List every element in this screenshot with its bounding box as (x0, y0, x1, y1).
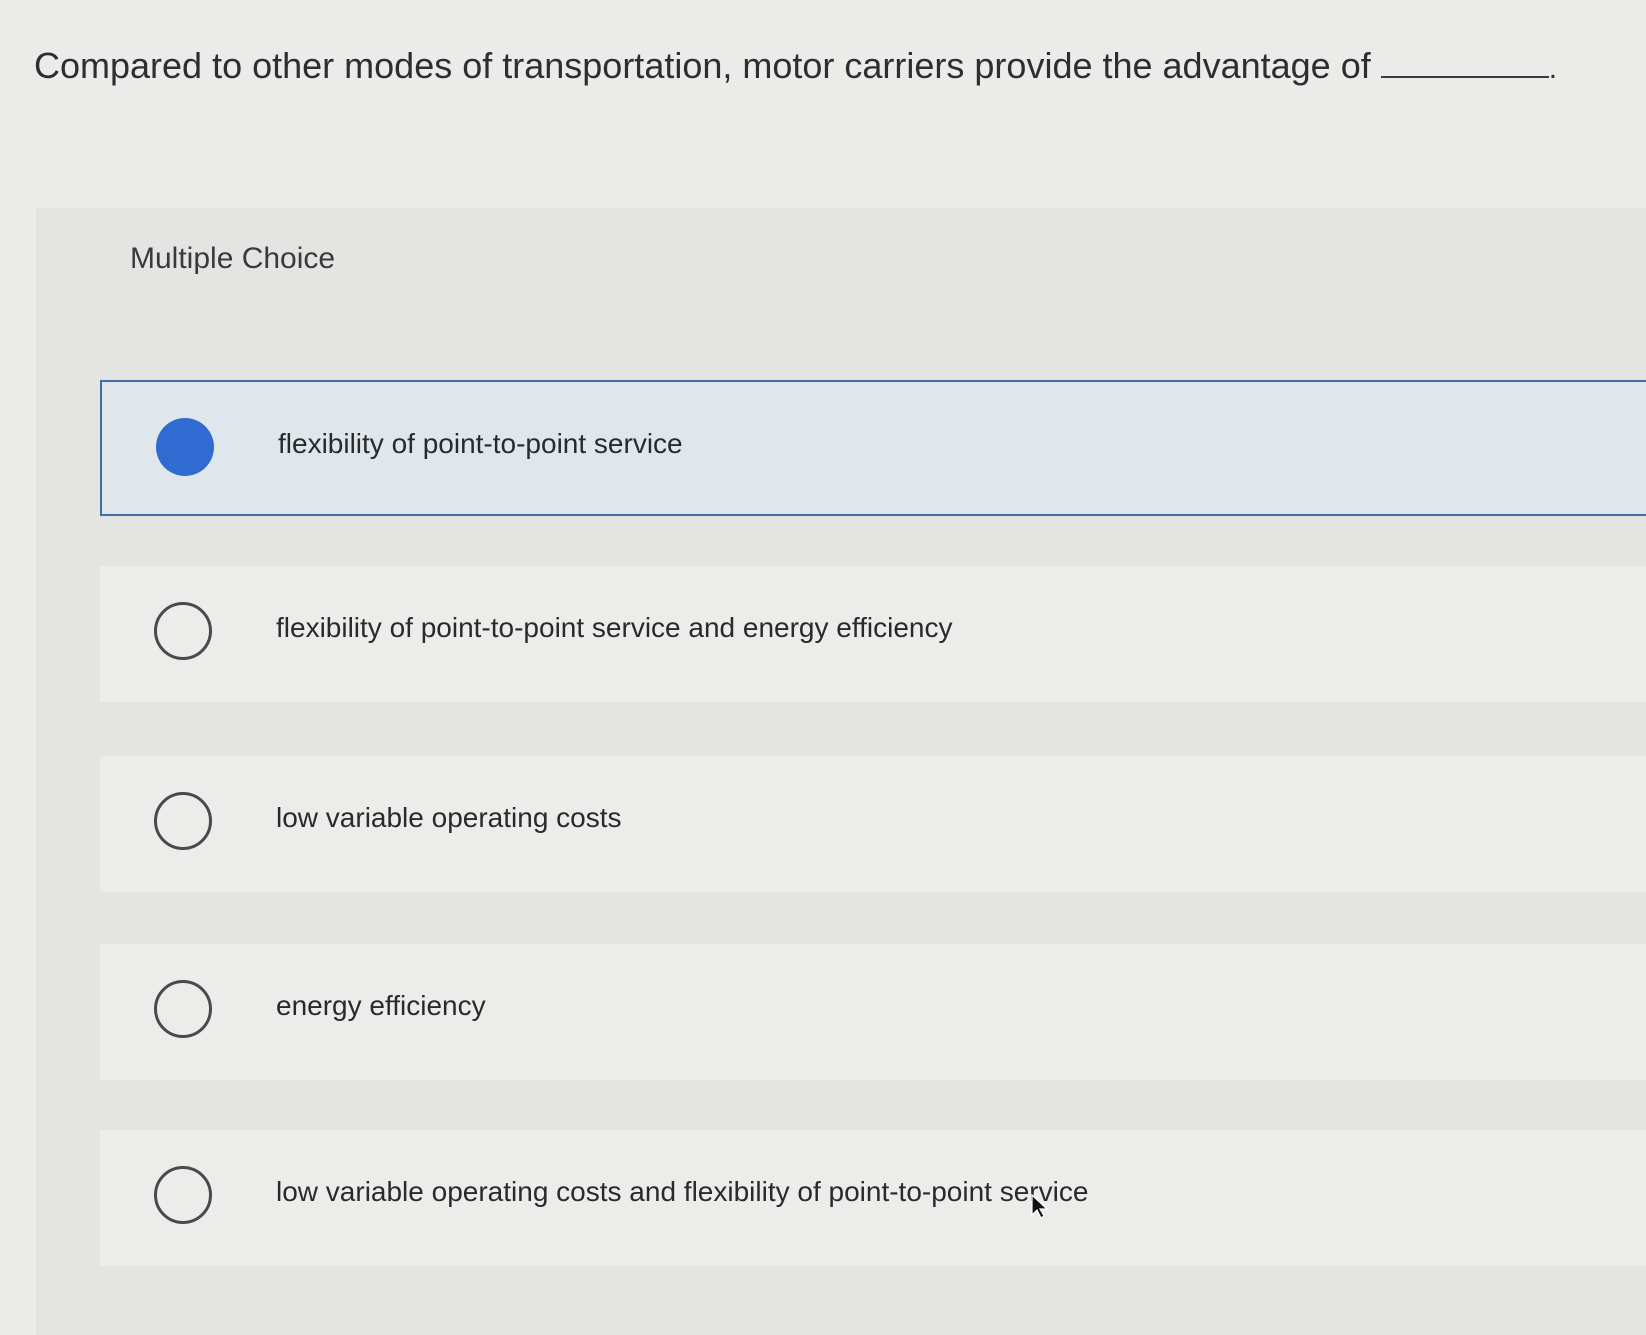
answer-option-label: low variable operating costs (276, 802, 622, 833)
mouse-pointer-icon (1030, 1193, 1050, 1220)
answer-option-1[interactable]: flexibility of point-to-point service (100, 380, 1646, 516)
answer-option-label: flexibility of point-to-point service (278, 428, 683, 459)
radio-unselected-icon[interactable] (154, 980, 212, 1038)
radio-unselected-icon[interactable] (154, 792, 212, 850)
answer-option-label: flexibility of point-to-point service an… (276, 612, 953, 643)
answer-option-3[interactable]: low variable operating costs (100, 756, 1646, 892)
question-text: Compared to other modes of transportatio… (34, 45, 1371, 86)
radio-unselected-icon[interactable] (154, 1166, 212, 1224)
multiple-choice-panel: Multiple Choice flexibility of point-to-… (36, 208, 1646, 1335)
answer-blank (1380, 50, 1549, 78)
radio-unselected-icon[interactable] (154, 602, 212, 660)
question-prompt: Compared to other modes of transportatio… (34, 38, 1614, 97)
answer-option-label: energy efficiency (276, 990, 486, 1021)
answer-option-2[interactable]: flexibility of point-to-point service an… (100, 566, 1646, 702)
radio-selected-icon[interactable] (156, 418, 214, 476)
answer-option-label: low variable operating costs and flexibi… (276, 1176, 1089, 1207)
mouse-pointer-icon-svg (1031, 1193, 1049, 1219)
answer-option-4[interactable]: energy efficiency (100, 944, 1646, 1080)
answer-option-5[interactable]: low variable operating costs and flexibi… (100, 1130, 1646, 1266)
multiple-choice-label: Multiple Choice (130, 242, 336, 275)
question-period: . (1548, 52, 1558, 85)
